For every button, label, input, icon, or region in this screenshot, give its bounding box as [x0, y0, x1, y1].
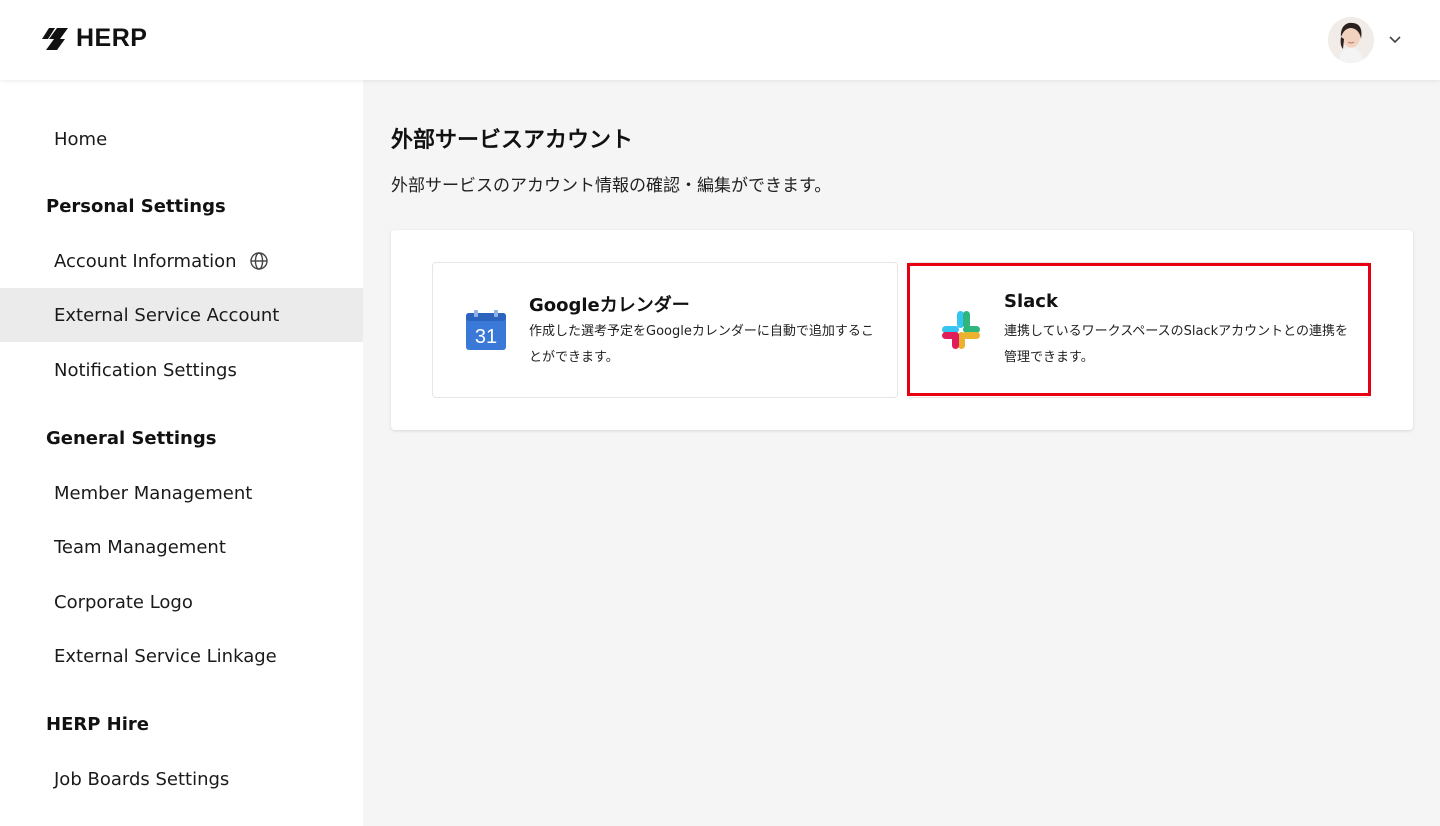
- herp-logo[interactable]: HERP: [40, 24, 147, 53]
- avatar-image: [1328, 17, 1374, 63]
- sidebar-item-external-service-account[interactable]: External Service Account: [0, 288, 363, 342]
- sidebar: Home Personal Settings Account Informati…: [0, 80, 363, 826]
- main-content: 外部サービスアカウント 外部サービスのアカウント情報の確認・編集ができます。 3…: [363, 80, 1440, 826]
- sidebar-item-account-information[interactable]: Account Information: [0, 234, 363, 288]
- services-panel: 31 Googleカレンダー 作成した選考予定をGoogleカレンダーに自動で追…: [391, 230, 1413, 430]
- top-bar: HERP: [0, 0, 1440, 80]
- section-general-settings: General Settings: [46, 428, 217, 449]
- sidebar-item-home[interactable]: Home: [0, 112, 363, 166]
- sidebar-item-corporate-logo[interactable]: Corporate Logo: [0, 575, 363, 629]
- logo-text: HERP: [76, 24, 148, 52]
- sidebar-item-label: Account Information: [54, 250, 237, 272]
- slack-card[interactable]: Slack 連携しているワークスペースのSlackアカウントとの連携を管理できま…: [907, 262, 1371, 398]
- sidebar-item-job-boards-settings[interactable]: Job Boards Settings: [0, 752, 363, 806]
- google-calendar-icon: 31: [466, 310, 506, 350]
- sidebar-item-member-management[interactable]: Member Management: [0, 466, 363, 520]
- herp-logo-icon: [42, 27, 68, 50]
- user-menu[interactable]: [1328, 17, 1402, 63]
- page-description: 外部サービスのアカウント情報の確認・編集ができます。: [391, 176, 832, 196]
- service-title: Slack: [1004, 291, 1058, 312]
- service-description: 作成した選考予定をGoogleカレンダーに自動で追加することができます。: [529, 324, 874, 365]
- sidebar-item-team-management[interactable]: Team Management: [0, 520, 363, 574]
- google-calendar-card[interactable]: 31 Googleカレンダー 作成した選考予定をGoogleカレンダーに自動で追…: [432, 262, 898, 398]
- chevron-down-icon[interactable]: [1388, 35, 1402, 45]
- section-herp-hire: HERP Hire: [46, 714, 149, 735]
- sidebar-item-notification-settings[interactable]: Notification Settings: [0, 343, 363, 397]
- slack-icon: [942, 311, 980, 349]
- service-title: Googleカレンダー: [529, 295, 690, 316]
- user-avatar[interactable]: [1328, 17, 1374, 63]
- service-description: 連携しているワークスペースのSlackアカウントとの連携を管理できます。: [1004, 324, 1349, 365]
- calendar-day-text: 31: [475, 326, 497, 348]
- globe-icon: [249, 252, 268, 270]
- section-personal-settings: Personal Settings: [46, 196, 226, 217]
- page-title: 外部サービスアカウント: [391, 128, 634, 153]
- sidebar-item-external-service-linkage[interactable]: External Service Linkage: [0, 629, 363, 683]
